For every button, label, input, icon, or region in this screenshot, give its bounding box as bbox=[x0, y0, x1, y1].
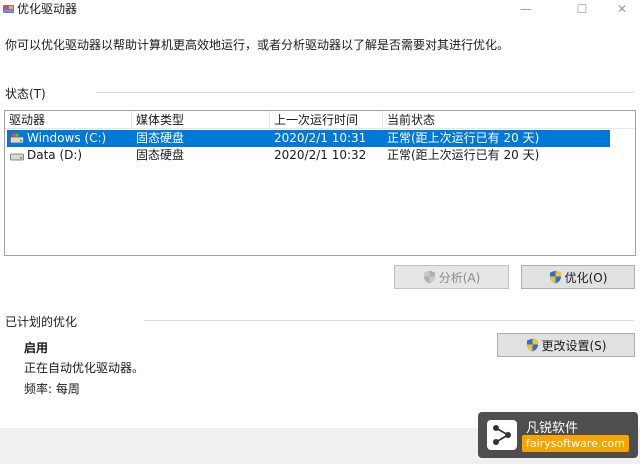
maximize-button[interactable]: ☐ bbox=[560, 0, 604, 18]
analyze-button[interactable]: 分析(A) bbox=[394, 265, 509, 289]
analyze-button-label: 分析(A) bbox=[438, 270, 481, 285]
watermark-name: 凡锐软件 bbox=[526, 421, 579, 436]
watermark: 凡锐软件 fairysoftware.com bbox=[478, 412, 638, 458]
page-description: 你可以优化驱动器以帮助计算机更高效地运行，或者分析驱动器以了解是否需要对其进行优… bbox=[5, 38, 510, 52]
column-header-media-type[interactable]: 媒体类型 bbox=[132, 111, 270, 129]
close-button[interactable]: ✕ bbox=[604, 0, 640, 18]
last-run-time: 2020/2/1 10:31 bbox=[274, 131, 367, 145]
drive-icon bbox=[10, 153, 24, 161]
current-status: 正常(距上次运行已有 20 天) bbox=[387, 131, 540, 145]
column-header-current-status[interactable]: 当前状态 bbox=[383, 111, 635, 129]
uac-shield-icon bbox=[526, 338, 538, 352]
schedule-divider bbox=[144, 320, 634, 321]
current-status: 正常(距上次运行已有 20 天) bbox=[387, 148, 540, 162]
status-divider bbox=[96, 92, 634, 93]
table-row[interactable]: Data (D:) 固态硬盘 2020/2/1 10:32 正常(距上次运行已有… bbox=[7, 147, 610, 164]
defrag-app-icon bbox=[3, 5, 14, 13]
column-header-drive[interactable]: 驱动器 bbox=[5, 111, 132, 129]
media-type: 固态硬盘 bbox=[136, 131, 185, 145]
change-settings-button[interactable]: 更改设置(S) bbox=[497, 333, 635, 357]
drive-list[interactable]: 驱动器 媒体类型 上一次运行时间 当前状态 Windows (C:) 固态硬盘 … bbox=[4, 110, 636, 256]
drive-name: Data (D:) bbox=[27, 148, 83, 162]
optimize-button[interactable]: 优化(O) bbox=[521, 265, 635, 289]
schedule-frequency: 频率: 每周 bbox=[24, 382, 80, 396]
title-bar: 优化驱动器 — ☐ ✕ bbox=[0, 0, 640, 18]
last-run-time: 2020/2/1 10:32 bbox=[274, 148, 367, 162]
watermark-url: fairysoftware.com bbox=[522, 435, 629, 452]
minimize-button[interactable]: — bbox=[504, 0, 548, 18]
schedule-state: 启用 bbox=[24, 341, 49, 355]
drive-name: Windows (C:) bbox=[27, 131, 107, 145]
optimize-button-label: 优化(O) bbox=[564, 270, 608, 285]
uac-shield-icon bbox=[423, 270, 435, 284]
status-section-label: 状态(T) bbox=[5, 87, 46, 101]
column-header-last-run[interactable]: 上一次运行时间 bbox=[270, 111, 383, 129]
change-settings-button-label: 更改设置(S) bbox=[541, 338, 607, 353]
drive-icon bbox=[10, 133, 24, 144]
table-row[interactable]: Windows (C:) 固态硬盘 2020/2/1 10:31 正常(距上次运… bbox=[7, 130, 610, 147]
schedule-description: 正在自动优化驱动器。 bbox=[24, 361, 145, 375]
media-type: 固态硬盘 bbox=[136, 148, 185, 162]
window-title: 优化驱动器 bbox=[17, 2, 78, 16]
share-logo-icon bbox=[487, 420, 517, 450]
schedule-section-label: 已计划的优化 bbox=[5, 315, 78, 329]
uac-shield-icon bbox=[549, 270, 561, 284]
list-header: 驱动器 媒体类型 上一次运行时间 当前状态 bbox=[5, 111, 635, 129]
